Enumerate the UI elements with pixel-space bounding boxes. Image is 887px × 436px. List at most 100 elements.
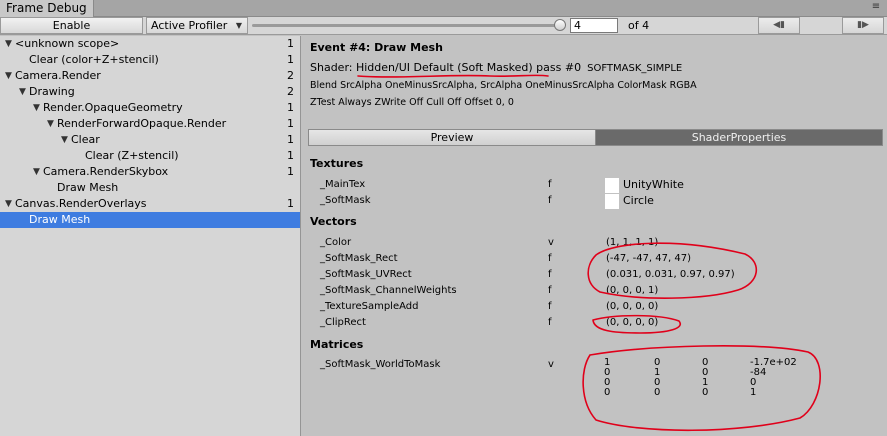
tree-label: Clear (Z+stencil) <box>85 149 179 162</box>
tree-row[interactable]: ▼ <unknown scope> 1 <box>0 36 300 52</box>
triangle-down-icon[interactable]: ▼ <box>19 84 26 100</box>
texture-preview[interactable] <box>605 194 619 209</box>
texture-type: f <box>548 195 552 206</box>
matrix-name: _SoftMask_WorldToMask <box>320 359 441 370</box>
matrix-row-values: 1 0 0 -1.7e+02 <box>604 358 864 368</box>
tree-row[interactable]: Draw Mesh <box>0 180 300 196</box>
tree-count: 1 <box>287 37 294 50</box>
tree-row[interactable]: ▼ Clear 1 <box>0 132 300 148</box>
vector-row: _Color v (1, 1, 1, 1) <box>320 235 880 251</box>
texture-row: _SoftMask f Circle <box>320 193 880 209</box>
tree-label: Camera.RenderSkybox <box>43 165 169 178</box>
vector-name: _SoftMask_Rect <box>320 253 398 264</box>
vector-row: _SoftMask_UVRect f (0.031, 0.031, 0.97, … <box>320 267 880 283</box>
vector-type: f <box>548 269 552 280</box>
tree-count: 1 <box>287 149 294 162</box>
chevron-down-icon: ▼ <box>235 21 242 30</box>
tree-row[interactable]: ▼ Render.OpaqueGeometry 1 <box>0 100 300 116</box>
vector-value: (0, 0, 0, 0) <box>606 317 659 328</box>
vector-value: (0.031, 0.031, 0.97, 0.97) <box>606 269 735 280</box>
triangle-down-icon[interactable]: ▼ <box>61 132 68 148</box>
vector-row: _TextureSampleAdd f (0, 0, 0, 0) <box>320 299 880 315</box>
shader-pass: pass #0 <box>532 61 582 74</box>
vector-name: _SoftMask_ChannelWeights <box>320 285 457 296</box>
window-tab-bar: Frame Debug ≡ <box>0 0 887 17</box>
triangle-down-icon[interactable]: ▼ <box>47 116 54 132</box>
active-profiler-dropdown[interactable]: Active Profiler ▼ <box>146 17 248 34</box>
tree-row[interactable]: ▼ Camera.Render 2 <box>0 68 300 84</box>
matrix-cell: 1 <box>750 387 757 398</box>
tree-row[interactable]: ▼ Camera.RenderSkybox 1 <box>0 164 300 180</box>
tree-count: 2 <box>287 85 294 98</box>
texture-preview[interactable] <box>605 178 619 193</box>
vector-value: (0, 0, 0, 1) <box>606 285 659 296</box>
triangle-down-icon[interactable]: ▼ <box>5 196 12 212</box>
tab-menu-icon[interactable]: ≡ <box>869 0 883 14</box>
tree-count: 1 <box>287 117 294 130</box>
texture-row: _MainTex f UnityWhite <box>320 177 880 193</box>
tree-row[interactable]: Draw Mesh <box>0 212 300 228</box>
tree-count: 2 <box>287 69 294 82</box>
matrix-row-values: 0 0 0 1 <box>604 388 864 398</box>
matrices-heading: Matrices <box>310 338 364 351</box>
tree-label: Clear (color+Z+stencil) <box>29 53 159 66</box>
texture-name: _MainTex <box>320 179 366 190</box>
triangle-down-icon[interactable]: ▼ <box>5 36 12 52</box>
tree-label: Draw Mesh <box>29 213 91 226</box>
vector-type: f <box>548 285 552 296</box>
event-count-label: of 4 <box>628 19 650 32</box>
matrix-row-values: 0 1 0 -84 <box>604 368 864 378</box>
matrix-row-values: 0010 <box>604 378 864 388</box>
vector-value: (1, 1, 1, 1) <box>606 237 659 248</box>
matrix-cell: 0 <box>654 387 661 398</box>
event-slider-thumb[interactable] <box>554 19 566 31</box>
tree-count: 1 <box>287 101 294 114</box>
vector-row: _SoftMask_Rect f (-47, -47, 47, 47) <box>320 251 880 267</box>
tree-row[interactable]: ▼ RenderForwardOpaque.Render 1 <box>0 116 300 132</box>
tree-row[interactable]: Clear (color+Z+stencil) 1 <box>0 52 300 68</box>
tree-row[interactable]: ▼ Drawing 2 <box>0 84 300 100</box>
tree-row[interactable]: ▼ Canvas.RenderOverlays 1 <box>0 196 300 212</box>
next-event-button[interactable]: ▮▶ <box>842 17 884 34</box>
texture-name: _SoftMask <box>320 195 371 206</box>
window-tab-frame-debug[interactable]: Frame Debug <box>0 0 94 17</box>
tree-label: RenderForwardOpaque.Render <box>57 117 227 130</box>
step-back-icon: ◀▮ <box>773 20 785 30</box>
shader-prefix: Shader: <box>310 61 356 74</box>
shader-line: Shader: Hidden/UI Default (Soft Masked) … <box>310 61 682 74</box>
tree-label: Camera.Render <box>15 69 101 82</box>
tree-label: Drawing <box>29 85 75 98</box>
vector-type: f <box>548 317 552 328</box>
vector-row: _SoftMask_ChannelWeights f (0, 0, 0, 1) <box>320 283 880 299</box>
vector-value: (0, 0, 0, 0) <box>606 301 659 312</box>
previous-event-button[interactable]: ◀▮ <box>758 17 800 34</box>
tree-label: <unknown scope> <box>15 37 120 50</box>
vector-name: _SoftMask_UVRect <box>320 269 412 280</box>
event-slider[interactable] <box>252 24 562 27</box>
enable-button[interactable]: Enable <box>0 17 143 34</box>
event-index-field[interactable]: 4 <box>570 18 618 33</box>
vector-type: f <box>548 301 552 312</box>
tree-label: Clear <box>71 133 100 146</box>
tree-count: 1 <box>287 53 294 66</box>
vector-value: (-47, -47, 47, 47) <box>606 253 691 264</box>
active-profiler-label: Active Profiler <box>151 19 228 32</box>
vector-name: _ClipRect <box>320 317 366 328</box>
texture-value: Circle <box>623 194 654 207</box>
vector-type: v <box>548 237 554 248</box>
tab-preview[interactable]: Preview <box>309 130 596 145</box>
vectors-heading: Vectors <box>310 215 357 228</box>
vector-name: _Color <box>320 237 352 248</box>
matrix-values: 1 0 0 -1.7e+02 0 1 0 -84 0 0 1 0 0 0 0 1 <box>604 358 864 398</box>
event-tree: ▼ <unknown scope> 1 Clear (color+Z+stencil)… <box>0 36 300 228</box>
matrix-cell: 0 <box>604 387 611 398</box>
triangle-down-icon[interactable]: ▼ <box>33 164 40 180</box>
tree-count: 1 <box>287 197 294 210</box>
shader-name[interactable]: Hidden/UI Default (Soft Masked) <box>356 61 533 74</box>
tab-shader-properties[interactable]: ShaderProperties <box>596 130 882 145</box>
vector-row: _ClipRect f (0, 0, 0, 0) <box>320 315 880 331</box>
triangle-down-icon[interactable]: ▼ <box>5 68 12 84</box>
tree-row[interactable]: Clear (Z+stencil) 1 <box>0 148 300 164</box>
matrix-cell: 0 <box>702 387 709 398</box>
triangle-down-icon[interactable]: ▼ <box>33 100 40 116</box>
